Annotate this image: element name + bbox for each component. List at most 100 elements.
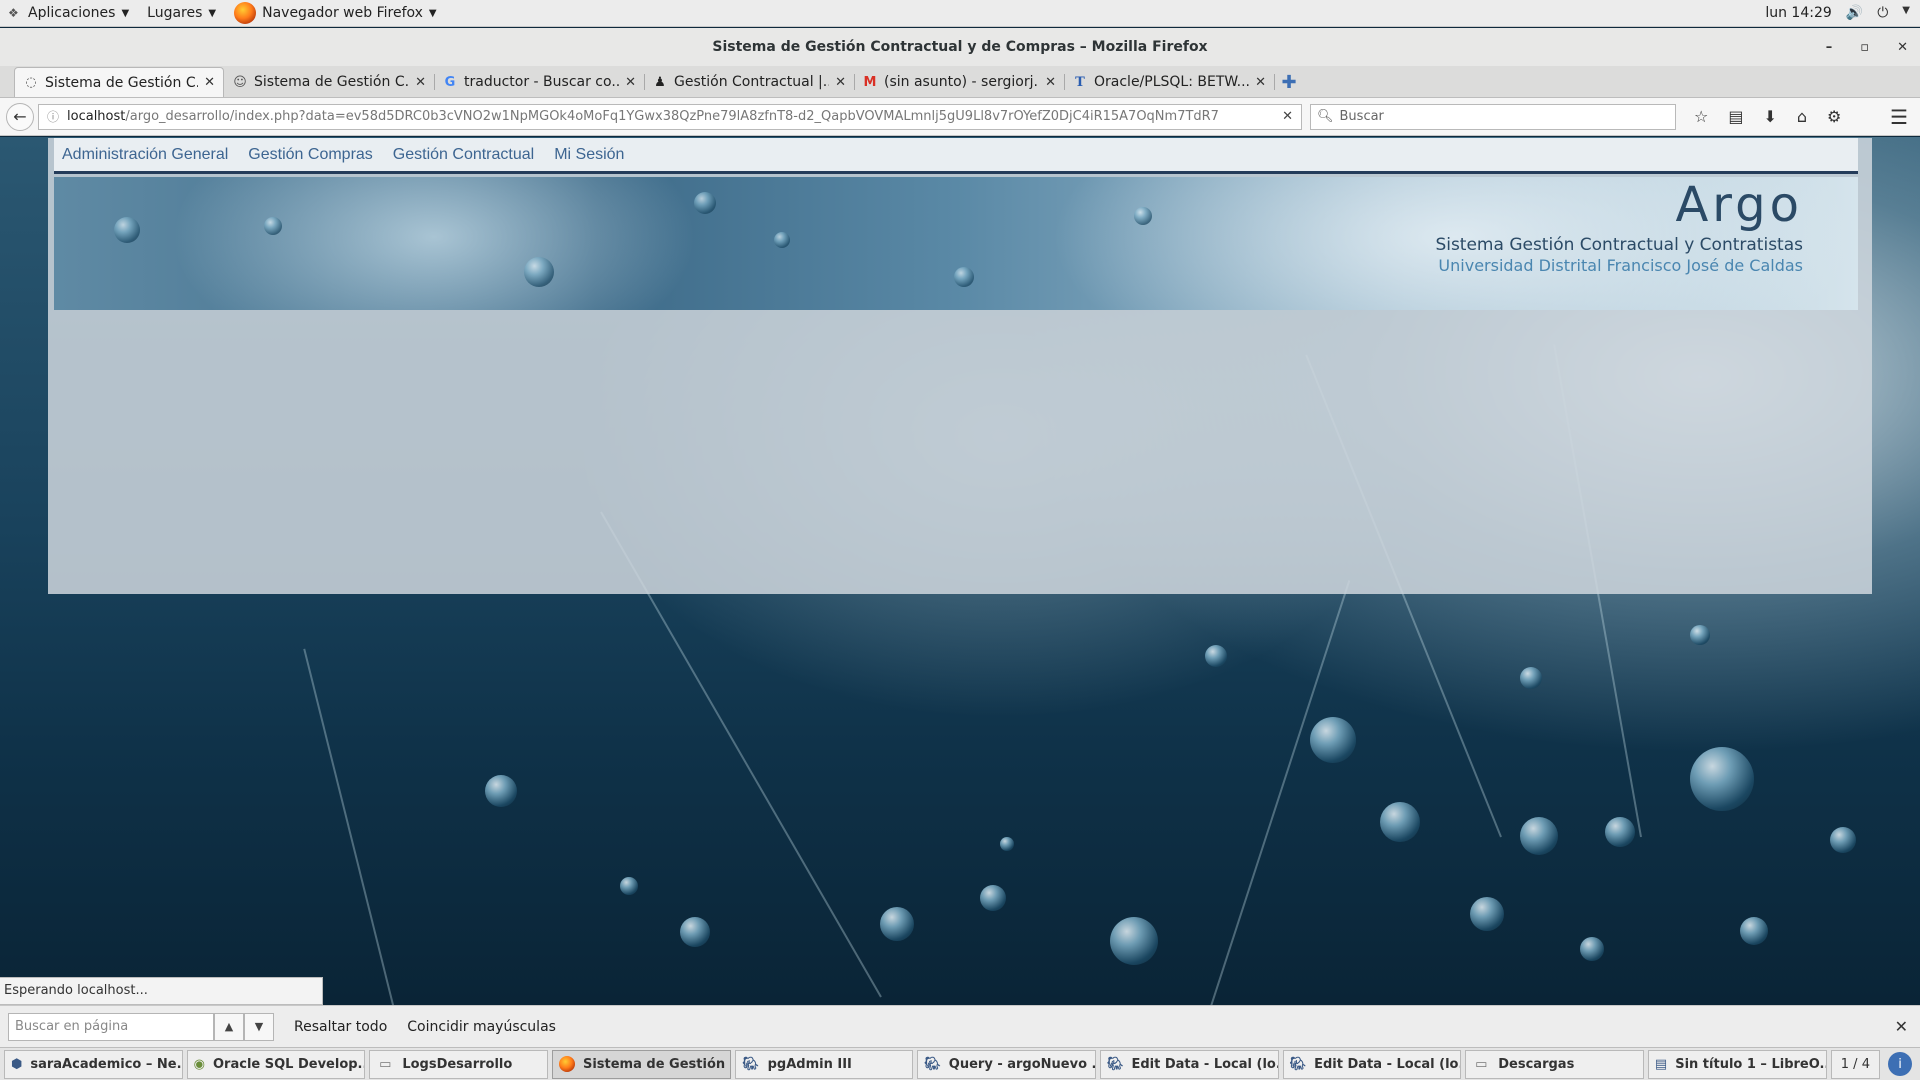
close-tab-icon[interactable]: ✕ <box>415 75 426 90</box>
tab-gestion-contractual[interactable]: ♟ Gestión Contractual |... ✕ <box>644 67 855 97</box>
tab-sistema-gestion-active[interactable]: ◌ Sistema de Gestión C... ✕ <box>14 67 224 97</box>
task-label: Query - argoNuevo ... <box>948 1056 1096 1072</box>
home-icon[interactable]: ⌂ <box>1797 107 1807 126</box>
loading-icon: ◌ <box>25 75 37 90</box>
university-name: Universidad Distrital Francisco José de … <box>1438 256 1803 275</box>
site-banner: Argo Sistema Gestión Contractual y Contr… <box>54 177 1858 310</box>
maximize-button[interactable]: ▫ <box>1860 40 1869 55</box>
task-label: LogsDesarrollo <box>402 1056 513 1072</box>
task-label: Edit Data - Local (lo... <box>1314 1056 1462 1072</box>
task-edit-data-1[interactable]: 🐘︎ Edit Data - Local (lo... <box>1099 1049 1279 1079</box>
document-icon: ▤ <box>1654 1056 1668 1072</box>
reading-list-icon[interactable]: ▤ <box>1728 107 1743 126</box>
task-label: Oracle SQL Develop... <box>213 1056 366 1072</box>
workspace-indicator[interactable]: 1 / 4 <box>1830 1049 1881 1079</box>
close-tab-icon[interactable]: ✕ <box>1045 75 1056 90</box>
search-input[interactable] <box>1339 109 1669 124</box>
new-tab-button[interactable]: ✚ <box>1274 67 1304 97</box>
url-text[interactable]: localhost/argo_desarrollo/index.php?data… <box>67 109 1274 124</box>
close-window-button[interactable]: ✕ <box>1897 40 1908 55</box>
bookmark-star-icon[interactable]: ☆ <box>1694 107 1708 126</box>
applications-menu[interactable]: ❖ Aplicaciones ▼ <box>0 0 139 27</box>
task-saraacademico[interactable]: ⬢ saraAcademico – Ne... <box>4 1049 183 1079</box>
highlight-all-button[interactable]: Resaltar todo <box>294 1019 387 1035</box>
tab-label: Oracle/PLSQL: BETW... <box>1094 74 1250 90</box>
find-next-button[interactable]: ▼ <box>244 1012 274 1041</box>
elephant-icon: 🐘︎ <box>1106 1056 1124 1072</box>
caret-down-icon: ▼ <box>1902 5 1910 16</box>
match-case-button[interactable]: Coincidir mayúsculas <box>407 1019 556 1035</box>
elephant-icon: 🐘︎ <box>1289 1056 1307 1072</box>
task-edit-data-2[interactable]: 🐘︎ Edit Data - Local (lo... <box>1282 1049 1462 1079</box>
caret-down-icon: ▼ <box>208 7 217 19</box>
task-logsdesarrollo[interactable]: ▭ LogsDesarrollo <box>369 1049 548 1079</box>
menu-mi-sesion[interactable]: Mi Sesión <box>554 146 624 164</box>
active-app-menu[interactable]: Navegador web Firefox ▼ <box>226 0 447 27</box>
download-icon[interactable]: ⬇ <box>1763 107 1776 126</box>
menu-gestion-contractual[interactable]: Gestión Contractual <box>393 146 534 164</box>
google-icon: G <box>444 74 456 90</box>
navigation-toolbar: ← ⓘ localhost/argo_desarrollo/index.php?… <box>0 98 1920 136</box>
info-icon[interactable]: ⓘ <box>47 108 59 125</box>
search-bar[interactable]: 🔍︎ <box>1310 103 1676 130</box>
tab-gmail[interactable]: M (sin asunto) - sergiorj... ✕ <box>854 67 1065 97</box>
t-icon: T <box>1075 74 1085 90</box>
menu-icon[interactable]: ☰ <box>1890 105 1908 129</box>
task-label: Sin título 1 – LibreO... <box>1675 1056 1827 1072</box>
task-label: Descargas <box>1498 1056 1575 1072</box>
status-bar: Esperando localhost... <box>0 977 323 1005</box>
firefox-icon <box>234 2 257 24</box>
clock[interactable]: lun 14:29 <box>1751 5 1845 21</box>
caret-down-icon: ▼ <box>121 7 130 19</box>
caret-down-icon: ▼ <box>428 7 437 19</box>
github-icon: ♟ <box>654 74 666 90</box>
netbeans-icon: ⬢ <box>11 1056 23 1072</box>
system-menu[interactable]: 🔊 ⏻ ▼ <box>1846 5 1920 21</box>
task-descargas[interactable]: ▭ Descargas <box>1465 1049 1644 1079</box>
close-tab-icon[interactable]: ✕ <box>1255 75 1266 90</box>
mask-icon: ☺ <box>233 74 247 90</box>
tab-label: Sistema de Gestión C... <box>45 74 199 91</box>
gmail-icon: M <box>863 74 877 90</box>
task-pgadmin[interactable]: 🐘︎ pgAdmin III <box>734 1049 914 1079</box>
url-path: /argo_desarrollo/index.php?data=ev58d5DR… <box>125 109 1219 124</box>
folder-icon: ▭ <box>379 1056 392 1072</box>
task-oracle-sql-developer[interactable]: ◉ Oracle SQL Develop... <box>186 1049 366 1079</box>
places-label: Lugares <box>147 5 203 21</box>
tab-label: Gestión Contractual |... <box>674 74 830 90</box>
task-libreoffice[interactable]: ▤ Sin título 1 – LibreO... <box>1647 1049 1827 1079</box>
close-tab-icon[interactable]: ✕ <box>625 75 636 90</box>
url-host: localhost <box>67 109 126 124</box>
close-tab-icon[interactable]: ✕ <box>835 75 846 90</box>
task-firefox-sistema-gestion[interactable]: Sistema de Gestión ... <box>551 1049 731 1079</box>
tab-label: Sistema de Gestión C... <box>254 74 410 90</box>
stop-loading-icon[interactable]: ✕ <box>1282 109 1293 124</box>
minimize-button[interactable]: – <box>1826 40 1833 55</box>
tab-traductor[interactable]: G traductor - Buscar co... ✕ <box>434 67 645 97</box>
gnome-top-bar: ❖ Aplicaciones ▼ Lugares ▼ Navegador web… <box>0 0 1920 27</box>
elephant-icon: 🐘︎ <box>924 1056 941 1072</box>
task-label: Edit Data - Local (lo... <box>1131 1056 1279 1072</box>
menu-administracion-general[interactable]: Administración General <box>62 146 228 164</box>
site-menu: Administración General Gestión Compras G… <box>54 138 1858 174</box>
task-label: saraAcademico – Ne... <box>30 1056 183 1072</box>
menu-gestion-compras[interactable]: Gestión Compras <box>248 146 373 164</box>
extension-icon[interactable]: ⚙ <box>1827 107 1841 126</box>
close-tab-icon[interactable]: ✕ <box>204 75 215 90</box>
site-title: Argo <box>1675 177 1803 233</box>
page-viewport: Administración General Gestión Compras G… <box>0 137 1920 1005</box>
back-button[interactable]: ← <box>6 102 34 131</box>
find-input[interactable] <box>8 1012 214 1041</box>
find-previous-button[interactable]: ▲ <box>214 1012 244 1041</box>
folder-icon: ▭ <box>1475 1056 1488 1072</box>
task-label: pgAdmin III <box>767 1056 852 1072</box>
url-bar[interactable]: ⓘ localhost/argo_desarrollo/index.php?da… <box>38 103 1302 130</box>
close-findbar-icon[interactable]: ✕ <box>1895 1017 1908 1036</box>
notification-icon[interactable]: i <box>1888 1052 1912 1076</box>
tab-oracle-plsql[interactable]: T Oracle/PLSQL: BETW... ✕ <box>1064 67 1275 97</box>
task-query-argonuevo[interactable]: 🐘︎ Query - argoNuevo ... <box>917 1049 1096 1079</box>
toolbar-icons: ☆ ▤ ⬇ ⌂ ⚙ <box>1694 107 1841 126</box>
places-menu[interactable]: Lugares ▼ <box>139 0 226 27</box>
tab-sistema-gestion-2[interactable]: ☺ Sistema de Gestión C... ✕ <box>224 67 435 97</box>
tab-label: (sin asunto) - sergiorj... <box>884 74 1040 90</box>
